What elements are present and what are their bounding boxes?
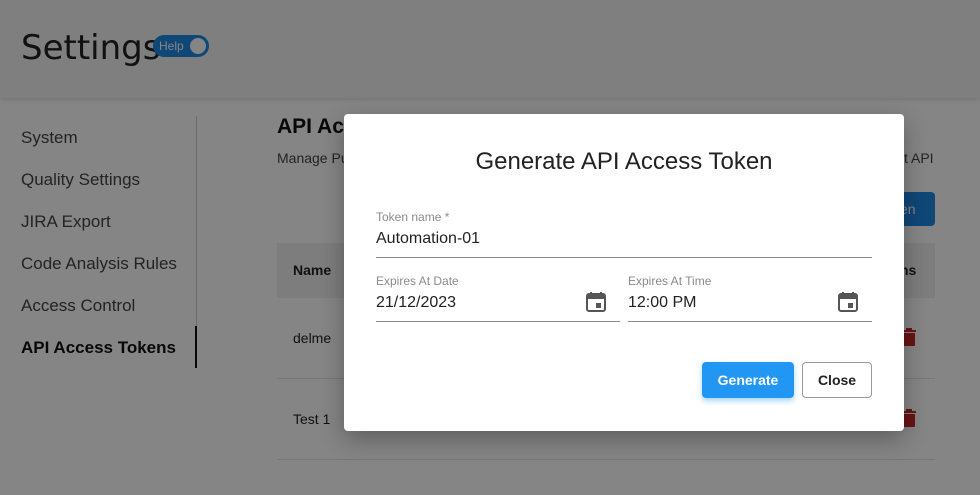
expires-time-label: Expires At Time bbox=[628, 274, 712, 288]
token-name-field: Token name * bbox=[376, 210, 872, 258]
token-name-label: Token name * bbox=[376, 210, 450, 224]
expires-time-input[interactable] bbox=[628, 294, 828, 312]
expires-date-field: Expires At Date bbox=[376, 274, 620, 322]
expires-date-input[interactable] bbox=[376, 294, 576, 312]
expires-time-field: Expires At Time bbox=[628, 274, 872, 322]
calendar-icon[interactable] bbox=[586, 292, 606, 312]
calendar-icon[interactable] bbox=[838, 292, 858, 312]
close-button[interactable]: Close bbox=[802, 362, 872, 398]
expires-date-label: Expires At Date bbox=[376, 274, 459, 288]
dialog-title: Generate API Access Token bbox=[475, 148, 773, 175]
generate-button[interactable]: Generate bbox=[702, 362, 794, 398]
generate-token-dialog: Generate API Access Token Token name * E… bbox=[344, 114, 904, 431]
token-name-input[interactable] bbox=[376, 230, 872, 248]
